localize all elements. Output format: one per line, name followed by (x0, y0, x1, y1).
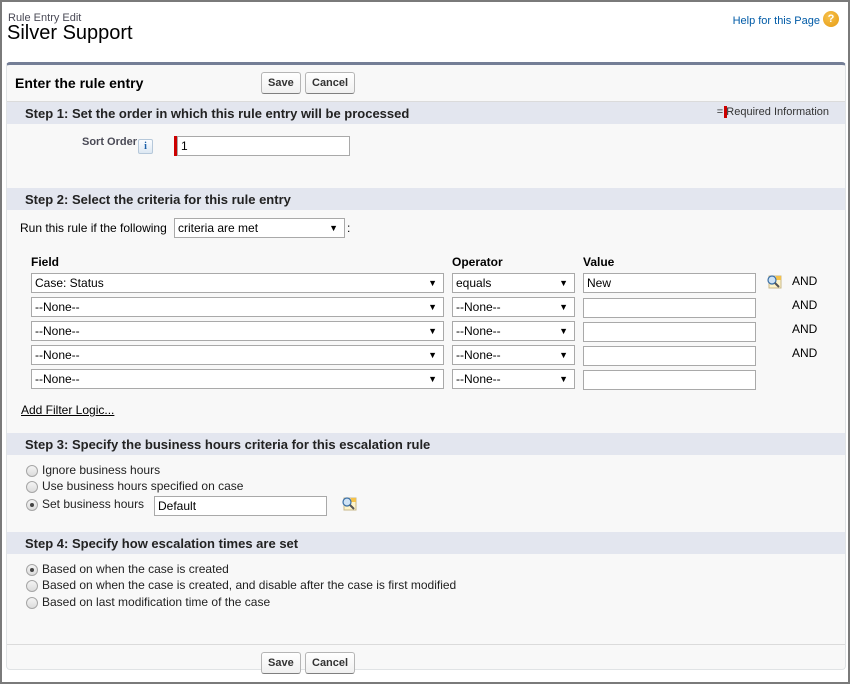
step3-header: Step 3: Specify the business hours crite… (7, 433, 845, 455)
and-connector: AND (792, 274, 818, 288)
field-select-value: --None-- (35, 324, 80, 338)
step2-header: Step 2: Select the criteria for this rul… (7, 188, 845, 210)
value-input[interactable] (583, 322, 756, 342)
chevron-down-icon: ▼ (559, 302, 568, 312)
page-title: Silver Support (7, 22, 133, 44)
save-button-top[interactable]: Save (261, 72, 301, 94)
operator-select[interactable]: --None-- ▼ (452, 297, 575, 317)
value-input[interactable] (583, 370, 756, 390)
chevron-down-icon: ▼ (559, 350, 568, 360)
footer-divider (7, 644, 845, 645)
radio-label: Ignore business hours (42, 463, 161, 477)
field-select-value: --None-- (35, 372, 80, 386)
step1-title: Step 1: Set the order in which this rule… (25, 106, 410, 121)
step3-title: Step 3: Specify the business hours crite… (25, 437, 431, 452)
radio-label: Based on when the case is created, and d… (42, 578, 457, 592)
chevron-down-icon: ▼ (428, 302, 437, 312)
and-connector: AND (792, 346, 818, 360)
column-header-value: Value (583, 255, 615, 269)
panel-title: Enter the rule entry (15, 75, 144, 91)
chevron-down-icon: ▼ (559, 326, 568, 336)
field-select[interactable]: --None-- ▼ (31, 345, 444, 365)
radio-based-on-created[interactable] (26, 564, 38, 576)
sort-order-label: Sort Order (82, 136, 138, 148)
value-input[interactable] (583, 298, 756, 318)
chevron-down-icon: ▼ (428, 350, 437, 360)
operator-select[interactable]: equals ▼ (452, 273, 575, 293)
add-filter-logic-link[interactable]: Add Filter Logic... (21, 403, 114, 417)
field-select-value: --None-- (35, 348, 80, 362)
value-input[interactable] (583, 346, 756, 366)
chevron-down-icon: ▼ (559, 374, 568, 384)
operator-select-value: --None-- (456, 372, 501, 386)
info-icon[interactable]: i (138, 139, 153, 154)
radio-based-on-created-disable-after-modified[interactable] (26, 580, 38, 592)
radio-label: Use business hours specified on case (42, 479, 244, 493)
radio-use-case-business-hours[interactable] (26, 481, 38, 493)
operator-select-value: --None-- (456, 348, 501, 362)
field-select[interactable]: --None-- ▼ (31, 369, 444, 389)
chevron-down-icon: ▼ (329, 223, 338, 233)
column-header-operator: Operator (452, 255, 503, 269)
business-hours-input[interactable] (154, 496, 327, 516)
field-select[interactable]: Case: Status ▼ (31, 273, 444, 293)
operator-select-value: equals (456, 276, 492, 290)
save-button-bottom[interactable]: Save (261, 652, 301, 674)
cancel-button-bottom[interactable]: Cancel (305, 652, 356, 674)
chevron-down-icon: ▼ (428, 326, 437, 336)
operator-select[interactable]: --None-- ▼ (452, 321, 575, 341)
sort-order-input[interactable] (177, 136, 350, 156)
and-connector: AND (792, 322, 818, 336)
cancel-button-top[interactable]: Cancel (305, 72, 356, 94)
radio-ignore-business-hours[interactable] (26, 465, 38, 477)
step4-header: Step 4: Specify how escalation times are… (7, 532, 845, 554)
criteria-select[interactable]: criteria are met ▼ (174, 218, 345, 238)
operator-select-value: --None-- (456, 300, 501, 314)
field-select-value: --None-- (35, 300, 80, 314)
colon: : (347, 221, 351, 235)
lookup-icon[interactable] (341, 496, 357, 512)
lookup-icon[interactable] (766, 274, 782, 290)
field-select[interactable]: --None-- ▼ (31, 321, 444, 341)
chevron-down-icon: ▼ (559, 278, 568, 288)
help-link[interactable]: Help for this Page (733, 15, 820, 27)
and-connector: AND (792, 298, 818, 312)
radio-label: Based on when the case is created (42, 562, 229, 576)
radio-label: Based on last modification time of the c… (42, 595, 271, 609)
help-icon[interactable]: ? (823, 11, 839, 27)
value-input[interactable] (583, 273, 756, 293)
radio-set-business-hours[interactable] (26, 499, 38, 511)
field-select-value: Case: Status (35, 276, 104, 290)
column-header-field: Field (31, 255, 60, 269)
operator-select[interactable]: --None-- ▼ (452, 369, 575, 389)
step4-title: Step 4: Specify how escalation times are… (25, 536, 299, 551)
field-select[interactable]: --None-- ▼ (31, 297, 444, 317)
radio-based-on-last-modification[interactable] (26, 597, 38, 609)
required-info-legend: = Required Information (716, 106, 829, 118)
chevron-down-icon: ▼ (428, 278, 437, 288)
chevron-down-icon: ▼ (428, 374, 437, 384)
operator-select[interactable]: --None-- ▼ (452, 345, 575, 365)
operator-select-value: --None-- (456, 324, 501, 338)
step1-header: Step 1: Set the order in which this rule… (7, 102, 845, 124)
radio-label: Set business hours (42, 497, 145, 511)
step2-title: Step 2: Select the criteria for this rul… (25, 192, 291, 207)
criteria-select-value: criteria are met (178, 221, 259, 235)
run-rule-label: Run this rule if the following (20, 221, 167, 235)
